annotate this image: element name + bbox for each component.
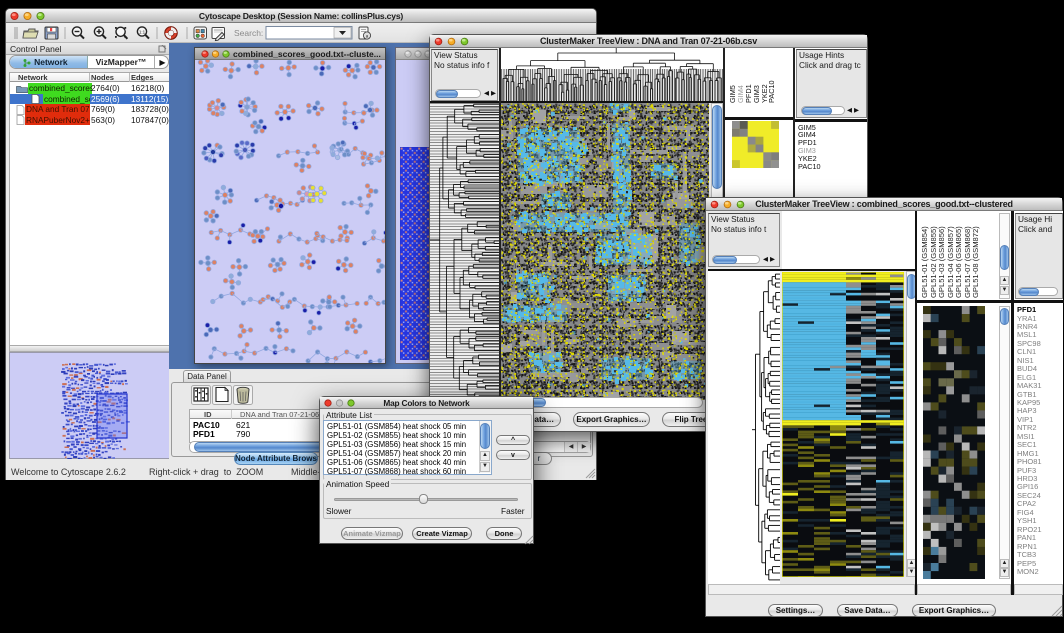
svg-text:Search:: Search: <box>234 28 263 38</box>
svg-text:1:1: 1:1 <box>139 29 146 34</box>
